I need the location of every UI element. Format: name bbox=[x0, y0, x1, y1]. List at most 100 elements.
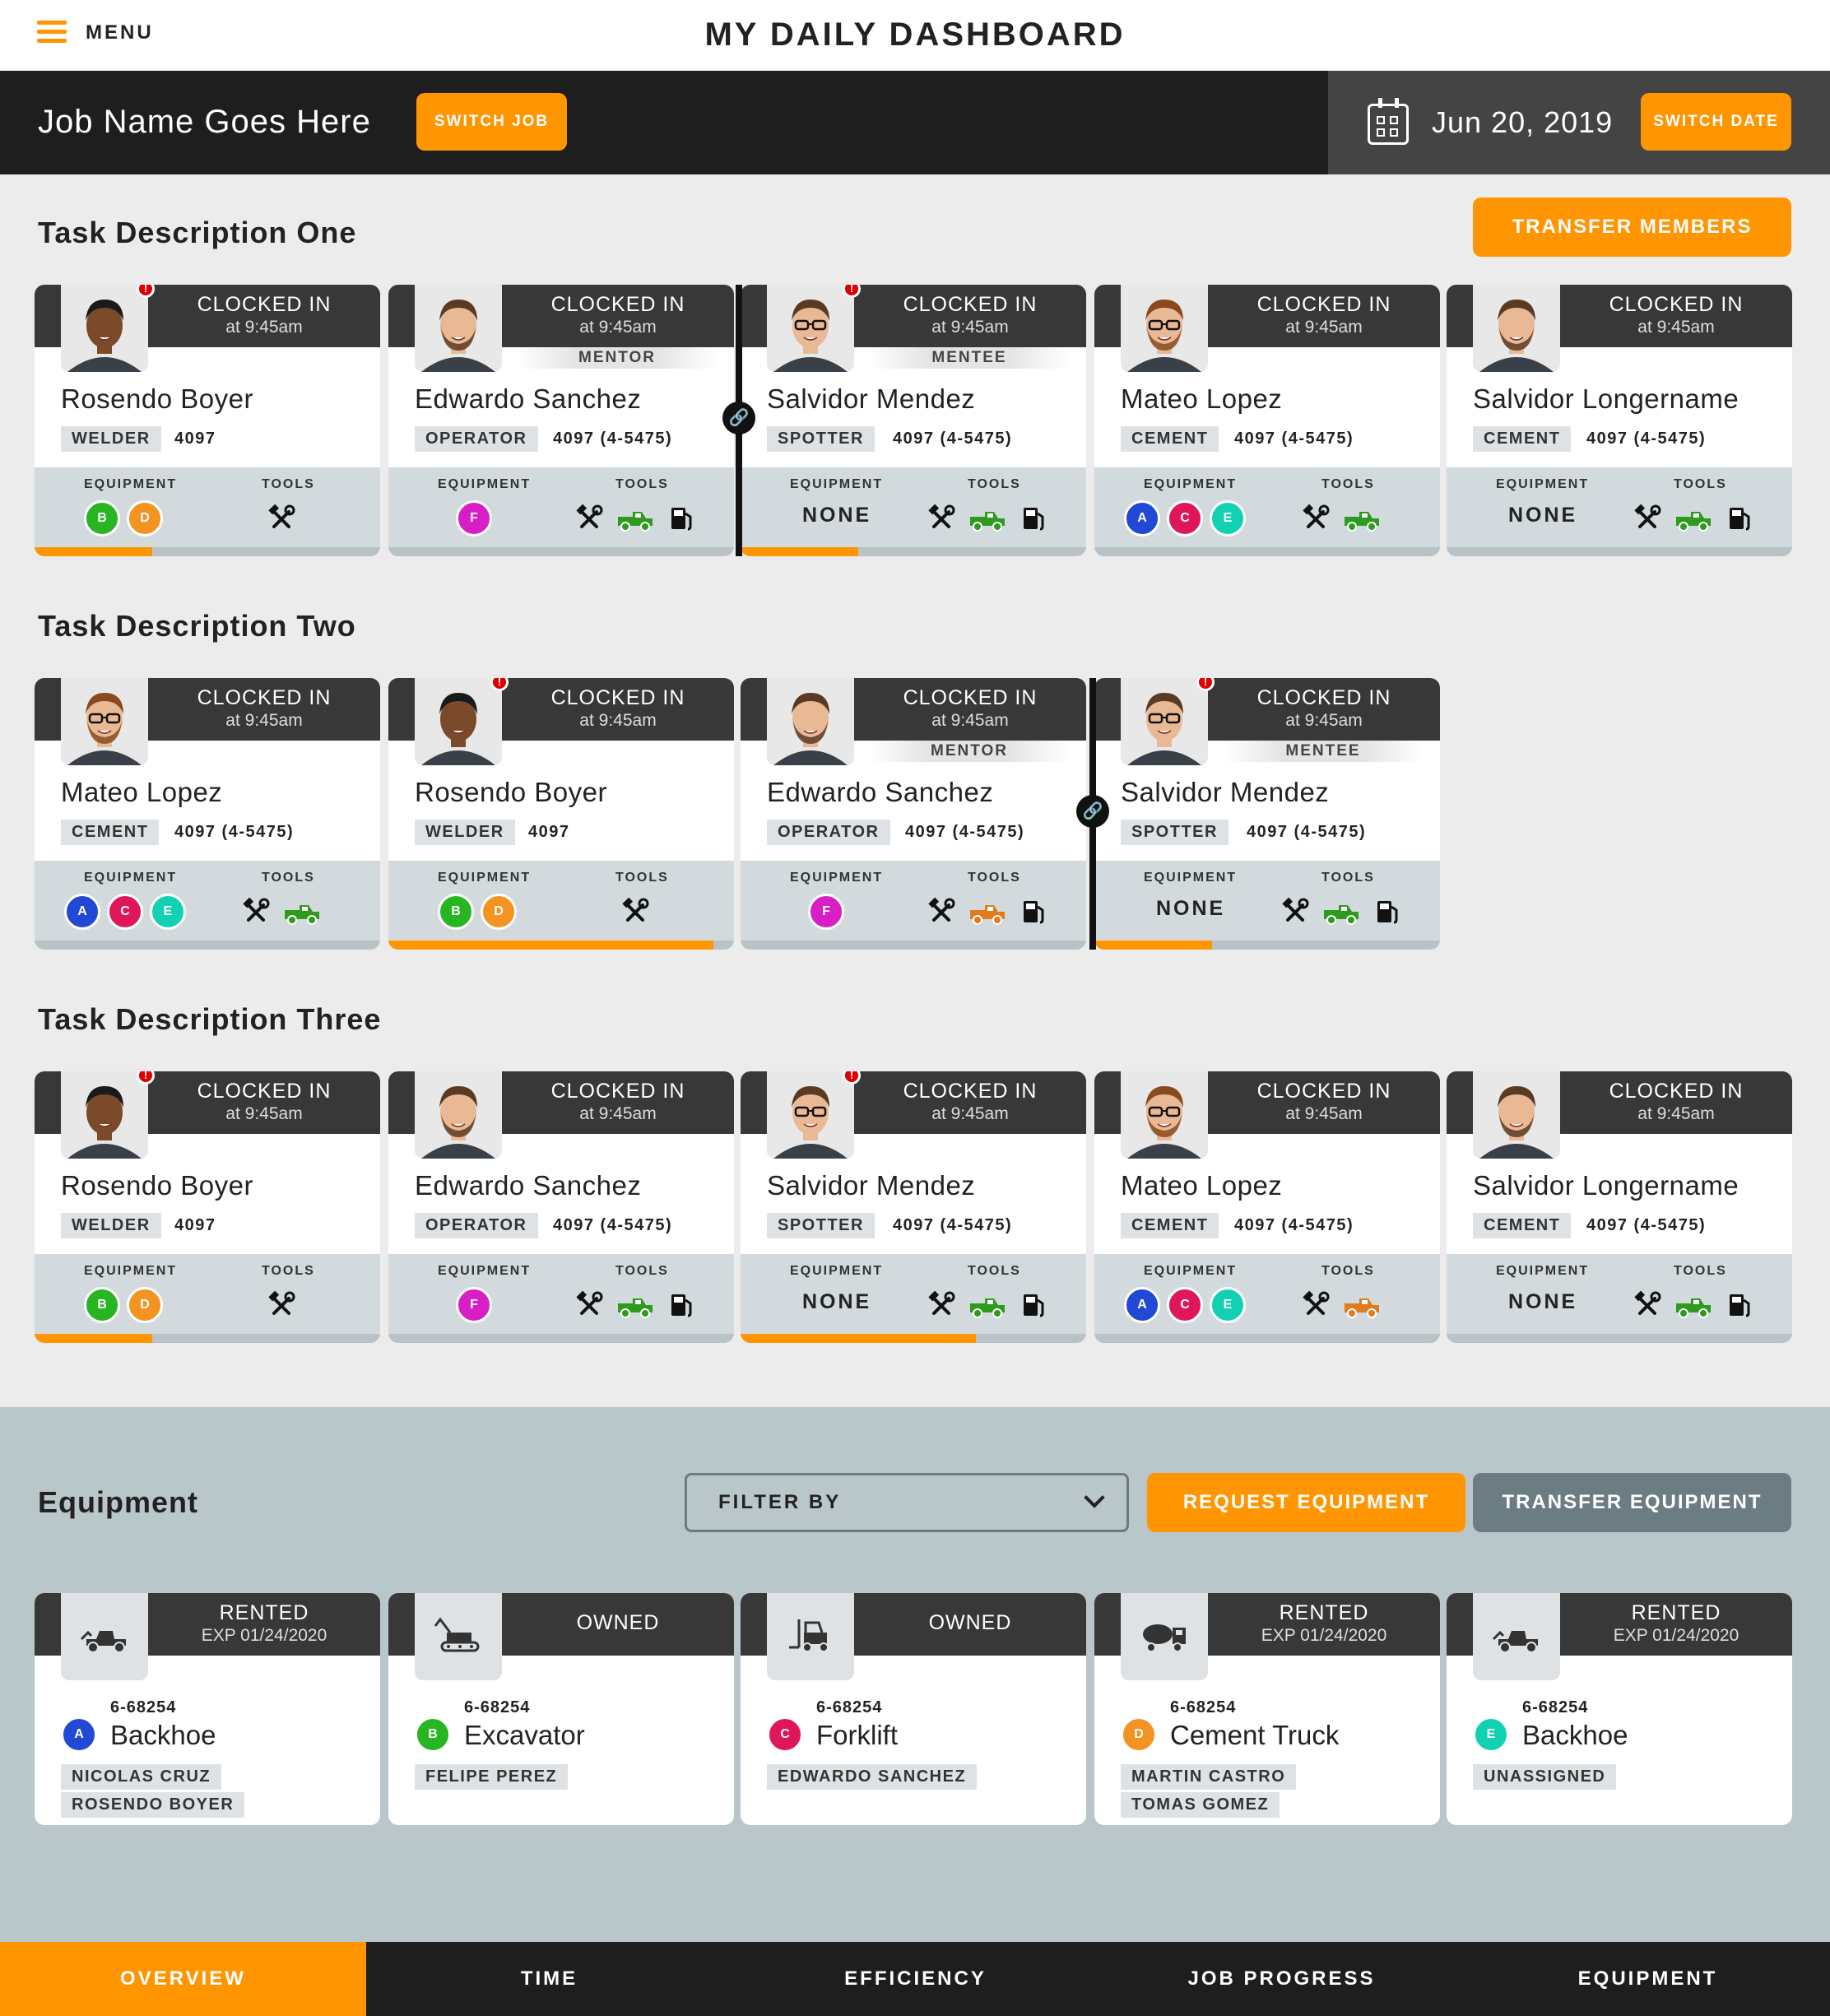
fuel-icon[interactable] bbox=[667, 504, 695, 533]
truck-icon[interactable] bbox=[1343, 1290, 1381, 1320]
truck-icon[interactable] bbox=[283, 897, 321, 927]
truck-icon[interactable] bbox=[1343, 504, 1381, 533]
truck-icon[interactable] bbox=[968, 1290, 1006, 1320]
nav-tab-job-progress[interactable]: JOB PROGRESS bbox=[1098, 1942, 1465, 2016]
trade-badge: WELDER bbox=[415, 820, 515, 845]
equipment-badge[interactable]: F bbox=[456, 1287, 492, 1323]
link-icon[interactable]: 🔗 bbox=[722, 402, 755, 434]
equipment-label: EQUIPMENT bbox=[1496, 1264, 1590, 1278]
member-name: Salvidor Mendez bbox=[767, 1170, 976, 1201]
crew-card[interactable]: ! CLOCKED IN at 9:45am Salvidor Mendez SPOTT… bbox=[741, 1071, 1086, 1343]
equipment-letter-badge: A bbox=[61, 1716, 97, 1753]
progress-bar bbox=[1447, 1334, 1792, 1343]
tools-icon[interactable] bbox=[927, 1290, 955, 1320]
fuel-icon[interactable] bbox=[1020, 504, 1047, 533]
equipment-badge[interactable]: C bbox=[1167, 500, 1203, 537]
progress-fill bbox=[388, 941, 713, 950]
trade-badge: SPOTTER bbox=[767, 1213, 875, 1238]
equipment-badge[interactable]: D bbox=[127, 1287, 163, 1323]
fuel-icon[interactable] bbox=[1373, 897, 1401, 927]
tools-icon[interactable] bbox=[927, 504, 955, 533]
crew-card[interactable]: CLOCKED IN at 9:45am Edwardo Sanchez OPERAT… bbox=[388, 1071, 734, 1343]
progress-bar bbox=[1094, 1334, 1440, 1343]
crew-card[interactable]: CLOCKED IN at 9:45am Salvidor Longername CE… bbox=[1447, 285, 1792, 556]
card-footer: EQUIPMENT TOOLS A C E bbox=[1094, 1254, 1440, 1343]
truck-icon[interactable] bbox=[1322, 897, 1360, 927]
crew-card[interactable]: ! CLOCKED IN at 9:45am MENTEE Salvidor Mende… bbox=[1094, 678, 1440, 950]
equipment-badge[interactable]: C bbox=[107, 894, 143, 930]
switch-date-button[interactable]: SWITCH DATE bbox=[1641, 93, 1791, 151]
crew-card[interactable]: ! CLOCKED IN at 9:45am Rosendo Boyer WELDER 4… bbox=[388, 678, 734, 950]
tools-label: TOOLS bbox=[615, 871, 669, 885]
progress-bar bbox=[388, 941, 734, 950]
equipment-badge[interactable]: B bbox=[84, 1287, 120, 1323]
equipment-badge[interactable]: A bbox=[1124, 500, 1160, 537]
switch-job-button[interactable]: SWITCH JOB bbox=[416, 93, 567, 151]
tools-icon[interactable] bbox=[1633, 1290, 1661, 1320]
link-icon[interactable]: 🔗 bbox=[1076, 795, 1109, 828]
truck-icon[interactable] bbox=[968, 897, 1006, 927]
crew-card[interactable]: CLOCKED IN at 9:45am MENTOR Edwardo Sanchez… bbox=[388, 285, 734, 556]
crew-card[interactable]: ! CLOCKED IN at 9:45am Rosendo Boyer WELDER 4… bbox=[35, 1071, 380, 1343]
tools-icon[interactable] bbox=[242, 897, 270, 927]
filter-by-dropdown[interactable]: FILTER BY bbox=[685, 1473, 1129, 1532]
tools-icon[interactable] bbox=[267, 504, 295, 533]
equipment-card[interactable]: RENTED EXP 01/24/2020 E 6-68254 Backhoe UNASS… bbox=[1447, 1593, 1792, 1825]
equipment-card[interactable]: OWNED C 6-68254 Forklift EDWARDO SANCHEZ bbox=[741, 1593, 1086, 1825]
equipment-badge[interactable]: F bbox=[456, 500, 492, 537]
nav-tab-overview[interactable]: OVERVIEW bbox=[0, 1942, 366, 2016]
equipment-badge[interactable]: E bbox=[1210, 500, 1246, 537]
truck-icon[interactable] bbox=[1674, 1290, 1712, 1320]
tools-icon[interactable] bbox=[1281, 897, 1309, 927]
fuel-icon[interactable] bbox=[1725, 1290, 1753, 1320]
transfer-equipment-button[interactable]: TRANSFER EQUIPMENT bbox=[1473, 1473, 1791, 1532]
tools-icon[interactable] bbox=[575, 504, 603, 533]
tools-icon[interactable] bbox=[267, 1290, 295, 1320]
equipment-label: EQUIPMENT bbox=[790, 1264, 884, 1278]
nav-tab-time[interactable]: TIME bbox=[366, 1942, 732, 2016]
nav-tab-efficiency[interactable]: EFFICIENCY bbox=[732, 1942, 1098, 2016]
clock-time: at 9:45am bbox=[579, 318, 657, 337]
equipment-card[interactable]: RENTED EXP 01/24/2020 A 6-68254 Backhoe NICOL… bbox=[35, 1593, 380, 1825]
transfer-members-button[interactable]: TRANSFER MEMBERS bbox=[1473, 197, 1791, 257]
truck-icon[interactable] bbox=[616, 504, 654, 533]
crew-card[interactable]: CLOCKED IN at 9:45am Mateo Lopez CEMENT 4097… bbox=[1094, 1071, 1440, 1343]
crew-card[interactable]: ! CLOCKED IN at 9:45am Rosendo Boyer WELDER 4… bbox=[35, 285, 380, 556]
tools-icon[interactable] bbox=[1302, 504, 1330, 533]
crew-card[interactable]: CLOCKED IN at 9:45am Mateo Lopez CEMENT 4097… bbox=[35, 678, 380, 950]
crew-card[interactable]: ! CLOCKED IN at 9:45am MENTEE Salvidor Mende… bbox=[741, 285, 1086, 556]
equipment-badge[interactable]: F bbox=[808, 894, 844, 930]
tools-icon[interactable] bbox=[927, 897, 955, 927]
equipment-badge[interactable]: B bbox=[84, 500, 120, 537]
tools-icon[interactable] bbox=[1302, 1290, 1330, 1320]
equipment-letter-badge: E bbox=[1473, 1716, 1509, 1753]
crew-card[interactable]: CLOCKED IN at 9:45am Salvidor Longername CE… bbox=[1447, 1071, 1792, 1343]
equipment-badge[interactable]: D bbox=[127, 500, 163, 537]
equipment-badge[interactable]: E bbox=[150, 894, 186, 930]
tools-icon[interactable] bbox=[1633, 504, 1661, 533]
tools-icon[interactable] bbox=[575, 1290, 603, 1320]
fuel-icon[interactable] bbox=[1020, 897, 1047, 927]
equipment-badge[interactable]: B bbox=[438, 894, 474, 930]
equipment-badge[interactable]: A bbox=[64, 894, 100, 930]
crew-card[interactable]: CLOCKED IN at 9:45am Mateo Lopez CEMENT 4097… bbox=[1094, 285, 1440, 556]
fuel-icon[interactable] bbox=[1020, 1290, 1047, 1320]
equipment-card[interactable]: OWNED B 6-68254 Excavator FELIPE PEREZ bbox=[388, 1593, 734, 1825]
clock-status: CLOCKED IN bbox=[197, 293, 332, 316]
card-footer: EQUIPMENT TOOLS NONE bbox=[1447, 467, 1792, 556]
equipment-card[interactable]: RENTED EXP 01/24/2020 D 6-68254 Cement Truck… bbox=[1094, 1593, 1440, 1825]
nav-tab-equipment[interactable]: EQUIPMENT bbox=[1465, 1942, 1830, 2016]
fuel-icon[interactable] bbox=[667, 1290, 695, 1320]
tools-icon[interactable] bbox=[621, 897, 649, 927]
truck-icon[interactable] bbox=[968, 504, 1006, 533]
equipment-badge[interactable]: E bbox=[1210, 1287, 1246, 1323]
truck-icon[interactable] bbox=[1674, 504, 1712, 533]
request-equipment-button[interactable]: REQUEST EQUIPMENT bbox=[1147, 1473, 1465, 1532]
crew-card[interactable]: CLOCKED IN at 9:45am MENTOR Edwardo Sanchez… bbox=[741, 678, 1086, 950]
equipment-badge[interactable]: A bbox=[1124, 1287, 1160, 1323]
fuel-icon[interactable] bbox=[1725, 504, 1753, 533]
equipment-badge[interactable]: D bbox=[481, 894, 517, 930]
truck-icon[interactable] bbox=[616, 1290, 654, 1320]
card-footer: EQUIPMENT TOOLS B D bbox=[388, 861, 734, 950]
equipment-badge[interactable]: C bbox=[1167, 1287, 1203, 1323]
